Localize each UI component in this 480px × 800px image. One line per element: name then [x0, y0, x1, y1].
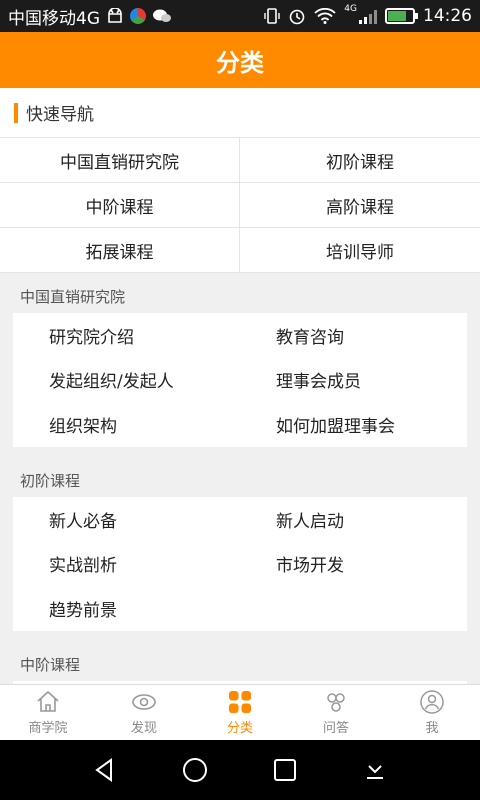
quick-nav-title-text: 快速导航: [26, 105, 94, 125]
tab-label: 分类: [226, 721, 253, 736]
clock: 14:26: [423, 6, 472, 26]
section-item[interactable]: 如何加盟理事会: [240, 402, 467, 447]
home-circle-icon[interactable]: [181, 756, 209, 784]
section-item[interactable]: 新人启动: [240, 497, 467, 542]
signal-icon: [359, 8, 377, 24]
tab-label: 发现: [130, 721, 157, 736]
battery-icon: [385, 8, 418, 24]
section-item[interactable]: 发起组织/发起人: [13, 358, 240, 403]
back-icon[interactable]: [91, 756, 119, 784]
tab-business-school[interactable]: 商学院: [0, 685, 96, 740]
quick-nav-grid: 中国直销研究院 初阶课程 中阶课程 高阶课程 拓展课程 培训导师: [0, 138, 480, 273]
category-content[interactable]: 快速导航 中国直销研究院 初阶课程 中阶课程 高阶课程 拓展课程 培训导师 中国…: [0, 88, 480, 684]
section-item[interactable]: 理事会成员: [240, 358, 467, 403]
quick-nav-item[interactable]: 培训导师: [240, 228, 480, 273]
tab-label: 商学院: [28, 721, 68, 736]
section-item[interactable]: 市场开发: [240, 541, 467, 586]
page-title: 分类: [216, 48, 264, 77]
status-bar: 中国移动4G 4G 14:26: [0, 0, 480, 32]
app-notification-icon: [130, 8, 146, 24]
tab-discover[interactable]: 发现: [96, 685, 192, 740]
quick-nav-item[interactable]: 中阶课程: [0, 183, 240, 228]
section-item[interactable]: 组织架构: [13, 402, 240, 447]
android-icon: [108, 8, 122, 23]
tab-label: 问答: [322, 721, 349, 736]
network-badge: 4G: [344, 4, 357, 14]
people-icon: [327, 693, 345, 712]
bottom-tab-bar: 商学院 发现 分类 问答 我: [0, 684, 480, 740]
grid-icon: [229, 691, 251, 713]
alarm-icon: [289, 9, 305, 25]
section-item[interactable]: 实战剖析: [13, 541, 240, 586]
section-card: 新人必备 新人启动 实战剖析 市场开发 趋势前景: [13, 496, 467, 631]
notification-pull-icon[interactable]: [361, 756, 389, 784]
tab-qa[interactable]: 问答: [288, 685, 384, 740]
tab-category[interactable]: 分类: [192, 685, 288, 740]
quick-nav-item[interactable]: 拓展课程: [0, 228, 240, 273]
section-title: 中国直销研究院: [20, 288, 126, 306]
home-icon: [37, 690, 59, 712]
wechat-icon: [153, 9, 171, 22]
vibrate-icon: [264, 8, 280, 24]
carrier-label: 中国移动4G: [8, 8, 100, 29]
section-title: 初阶课程: [20, 471, 81, 490]
section-item[interactable]: 新人必备: [13, 497, 240, 542]
title-accent-bar: [14, 102, 18, 123]
quick-nav-item[interactable]: 中国直销研究院: [0, 138, 240, 183]
page-header: 分类: [0, 32, 480, 88]
section-item[interactable]: 教育咨询: [240, 313, 467, 358]
section-title: 中阶课程: [20, 655, 81, 674]
quick-nav-panel: 快速导航 中国直销研究院 初阶课程 中阶课程 高阶课程 拓展课程 培训导师: [0, 88, 480, 273]
eye-icon: [132, 694, 156, 710]
section-card: 研究院介绍 教育咨询 发起组织/发起人 理事会成员 组织架构 如何加盟理事会: [13, 313, 467, 447]
section-item[interactable]: 研究院介绍: [13, 313, 240, 358]
recent-apps-icon[interactable]: [271, 756, 299, 784]
quick-nav-title: 快速导航: [0, 88, 480, 138]
user-icon: [420, 690, 444, 714]
tab-me[interactable]: 我: [384, 685, 480, 740]
tab-label: 我: [425, 721, 439, 736]
system-nav-bar: [0, 740, 480, 800]
section-item[interactable]: 趋势前景: [13, 586, 240, 631]
quick-nav-item[interactable]: 初阶课程: [240, 138, 480, 183]
quick-nav-item[interactable]: 高阶课程: [240, 183, 480, 228]
wifi-icon: [314, 8, 336, 24]
